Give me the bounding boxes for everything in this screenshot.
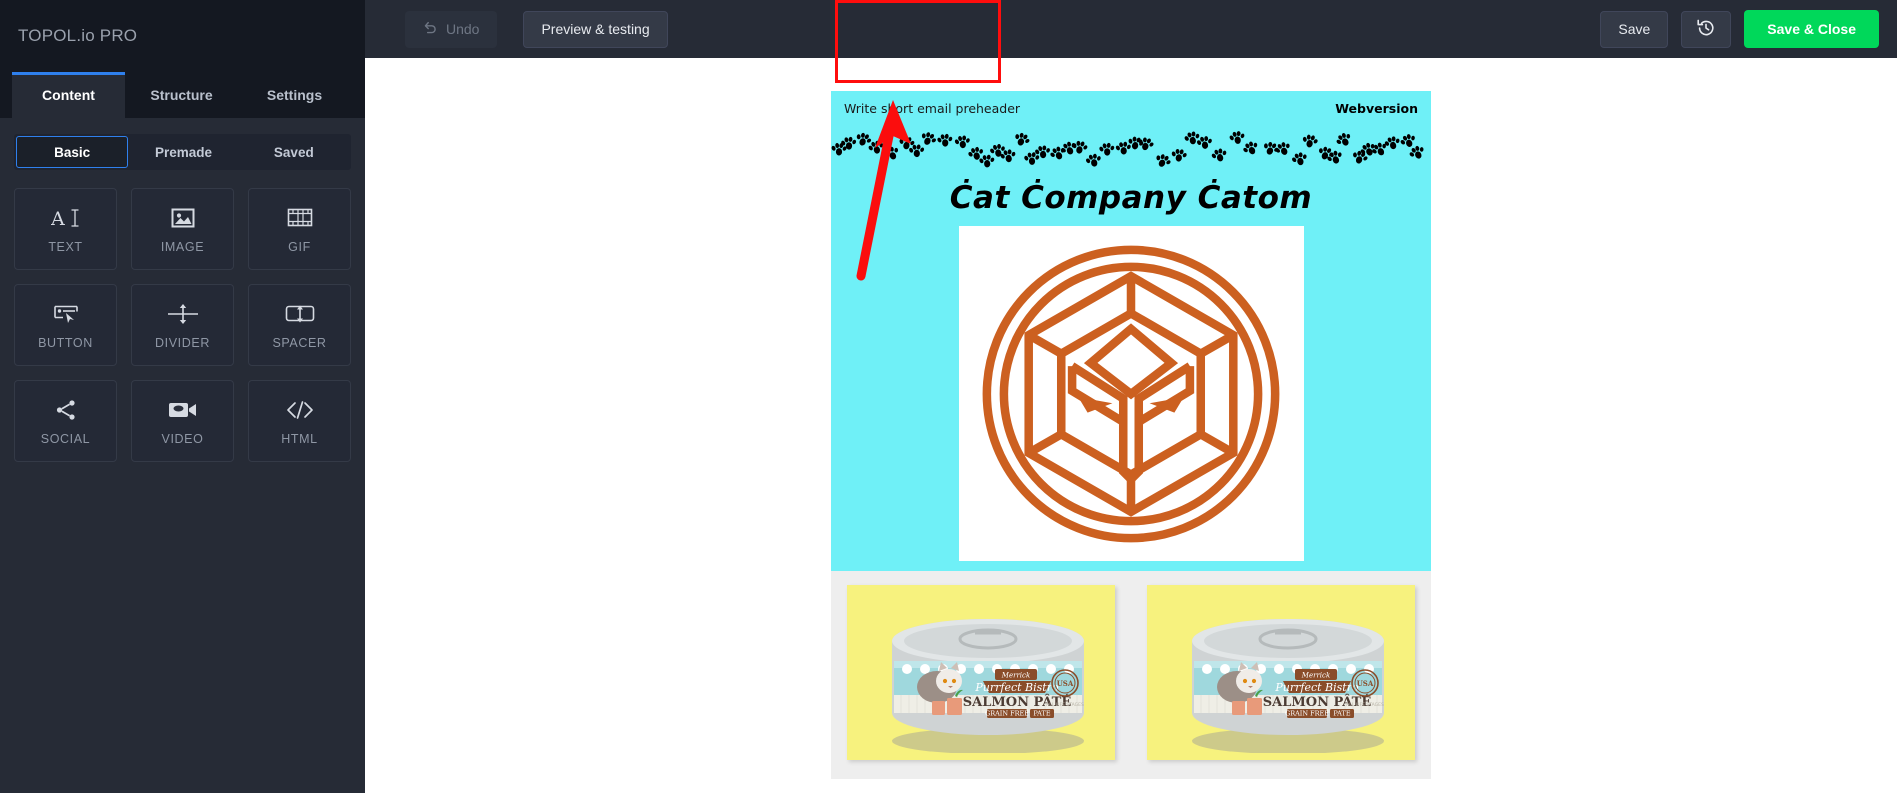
email-canvas-area[interactable]: Write short email preheader Webversion Ċ… xyxy=(365,58,1897,793)
top-toolbar: Undo Preview & testing Save Save & Close xyxy=(365,0,1897,58)
email-products-section[interactable]: Merrick Purrfect Bistro SALMON PÂTÉ GRAI… xyxy=(831,571,1431,779)
palette-block-video[interactable]: VIDEO xyxy=(131,380,234,462)
undo-icon xyxy=(423,20,438,38)
sidebar-tabs: Content Structure Settings xyxy=(0,72,365,118)
paw-print-band xyxy=(831,120,1431,176)
palette-block-text[interactable]: A TEXT xyxy=(14,188,117,270)
undo-label: Undo xyxy=(446,21,480,37)
subtab-basic-label: Basic xyxy=(54,144,91,160)
button-icon xyxy=(51,301,81,327)
paw-prints-svg xyxy=(831,129,1428,171)
palette-block-social-label: SOCIAL xyxy=(40,431,91,446)
can-line-text: Purrfect Bistro xyxy=(974,681,1059,694)
svg-text:Merrick: Merrick xyxy=(1301,672,1330,680)
preheader-text[interactable]: Write short email preheader xyxy=(844,101,1020,116)
product-image-1[interactable]: Merrick Purrfect Bistro SALMON PÂTÉ GRAI… xyxy=(875,603,1101,758)
logo-image[interactable] xyxy=(958,226,1304,561)
text-icon: A xyxy=(51,205,81,231)
save-and-close-button[interactable]: Save & Close xyxy=(1744,10,1879,48)
palette-block-video-label: VIDEO xyxy=(161,431,204,446)
app-logo-text: TOPOL.io PRO xyxy=(18,26,138,45)
webversion-link[interactable]: Webversion xyxy=(1335,101,1418,116)
preview-and-testing-button[interactable]: Preview & testing xyxy=(523,10,668,48)
tab-settings[interactable]: Settings xyxy=(238,72,351,118)
product-image-2[interactable]: Merrick Purrfect Bistro SALMON PÂTÉ GRAI… xyxy=(1175,603,1401,758)
content-subtabs: Basic Premade Saved xyxy=(14,134,351,170)
email-header-section[interactable]: Write short email preheader Webversion Ċ… xyxy=(831,91,1431,571)
save-and-close-label: Save & Close xyxy=(1767,21,1856,37)
svg-text:A: A xyxy=(51,208,65,230)
palette-block-gif-label: GIF xyxy=(288,239,311,254)
can-tag2-text: PATE xyxy=(1033,710,1050,718)
geometric-lion-head-logo-svg xyxy=(982,245,1280,542)
image-icon xyxy=(170,205,196,231)
svg-text:Purrfect Bistro: Purrfect Bistro xyxy=(1274,681,1359,694)
palette-block-image-label: IMAGE xyxy=(160,239,205,254)
subtab-basic[interactable]: Basic xyxy=(16,136,129,168)
gif-icon xyxy=(287,205,313,231)
svg-text:ALL LIFE STAGES: ALL LIFE STAGES xyxy=(1346,702,1384,708)
topol-email-editor: TOPOL.io PRO Content Structure Settings … xyxy=(0,0,1897,793)
undo-button[interactable]: Undo xyxy=(405,10,498,48)
subtab-saved-label: Saved xyxy=(273,144,314,160)
tab-content[interactable]: Content xyxy=(12,72,125,118)
block-palette: A TEXT IMAGE GIF BUTTON DIVIDER SPACER S… xyxy=(14,188,351,462)
video-camera-icon xyxy=(168,397,198,423)
palette-block-divider-label: DIVIDER xyxy=(155,335,210,350)
palette-block-divider[interactable]: DIVIDER xyxy=(131,284,234,366)
subtab-saved[interactable]: Saved xyxy=(239,136,349,168)
palette-block-image[interactable]: IMAGE xyxy=(131,188,234,270)
salmon-pate-can-svg-2: Merrick Purrfect Bistro SALMON PÂTÉ GRAI… xyxy=(1192,619,1384,754)
email-heading[interactable]: Ċat Ċompany Ċatom xyxy=(831,176,1431,226)
email-template[interactable]: Write short email preheader Webversion Ċ… xyxy=(831,91,1431,779)
product-cell-2[interactable]: Merrick Purrfect Bistro SALMON PÂTÉ GRAI… xyxy=(1131,579,1431,779)
social-share-icon xyxy=(54,397,78,423)
subtab-premade[interactable]: Premade xyxy=(128,136,238,168)
save-button[interactable]: Save xyxy=(1600,10,1669,48)
subtab-premade-label: Premade xyxy=(154,144,213,160)
palette-block-gif[interactable]: GIF xyxy=(248,188,351,270)
main-area: Undo Preview & testing Save Save & Close… xyxy=(365,0,1897,793)
tab-settings-label: Settings xyxy=(266,87,323,103)
svg-text:GRAIN FREE: GRAIN FREE xyxy=(1285,710,1329,718)
tab-structure[interactable]: Structure xyxy=(125,72,238,118)
left-sidebar: TOPOL.io PRO Content Structure Settings … xyxy=(0,0,365,793)
version-history-button[interactable] xyxy=(1681,10,1732,48)
palette-block-spacer-label: SPACER xyxy=(272,335,327,350)
palette-block-html[interactable]: HTML xyxy=(248,380,351,462)
palette-block-text-label: TEXT xyxy=(48,239,83,254)
palette-block-social[interactable]: SOCIAL xyxy=(14,380,117,462)
svg-text:PATE: PATE xyxy=(1333,710,1350,718)
palette-block-html-label: HTML xyxy=(281,431,318,446)
product-cell-1[interactable]: Merrick Purrfect Bistro SALMON PÂTÉ GRAI… xyxy=(831,579,1131,779)
preview-and-testing-label: Preview & testing xyxy=(541,21,650,37)
palette-block-button[interactable]: BUTTON xyxy=(14,284,117,366)
palette-block-spacer[interactable]: SPACER xyxy=(248,284,351,366)
can-footnote-text: ALL LIFE STAGES xyxy=(1046,702,1084,708)
can-tag1-text: GRAIN FREE xyxy=(985,710,1029,718)
save-label: Save xyxy=(1618,21,1651,37)
salmon-pate-can-svg-1: Merrick Purrfect Bistro SALMON PÂTÉ GRAI… xyxy=(892,619,1084,754)
palette-block-button-label: BUTTON xyxy=(38,335,93,350)
product-row: Merrick Purrfect Bistro SALMON PÂTÉ GRAI… xyxy=(831,579,1431,779)
tab-content-label: Content xyxy=(42,87,95,103)
preheader-row: Write short email preheader Webversion xyxy=(831,91,1431,120)
code-icon xyxy=(285,397,315,423)
sidebar-header: TOPOL.io PRO xyxy=(0,0,365,72)
can-brand-text: Merrick xyxy=(1001,672,1030,680)
tab-structure-label: Structure xyxy=(150,87,213,103)
divider-icon xyxy=(167,301,199,327)
history-clock-icon xyxy=(1696,18,1716,41)
spacer-icon xyxy=(284,301,316,327)
svg-text:USA: USA xyxy=(1357,679,1374,688)
can-usa-badge-text: USA xyxy=(1057,679,1074,688)
